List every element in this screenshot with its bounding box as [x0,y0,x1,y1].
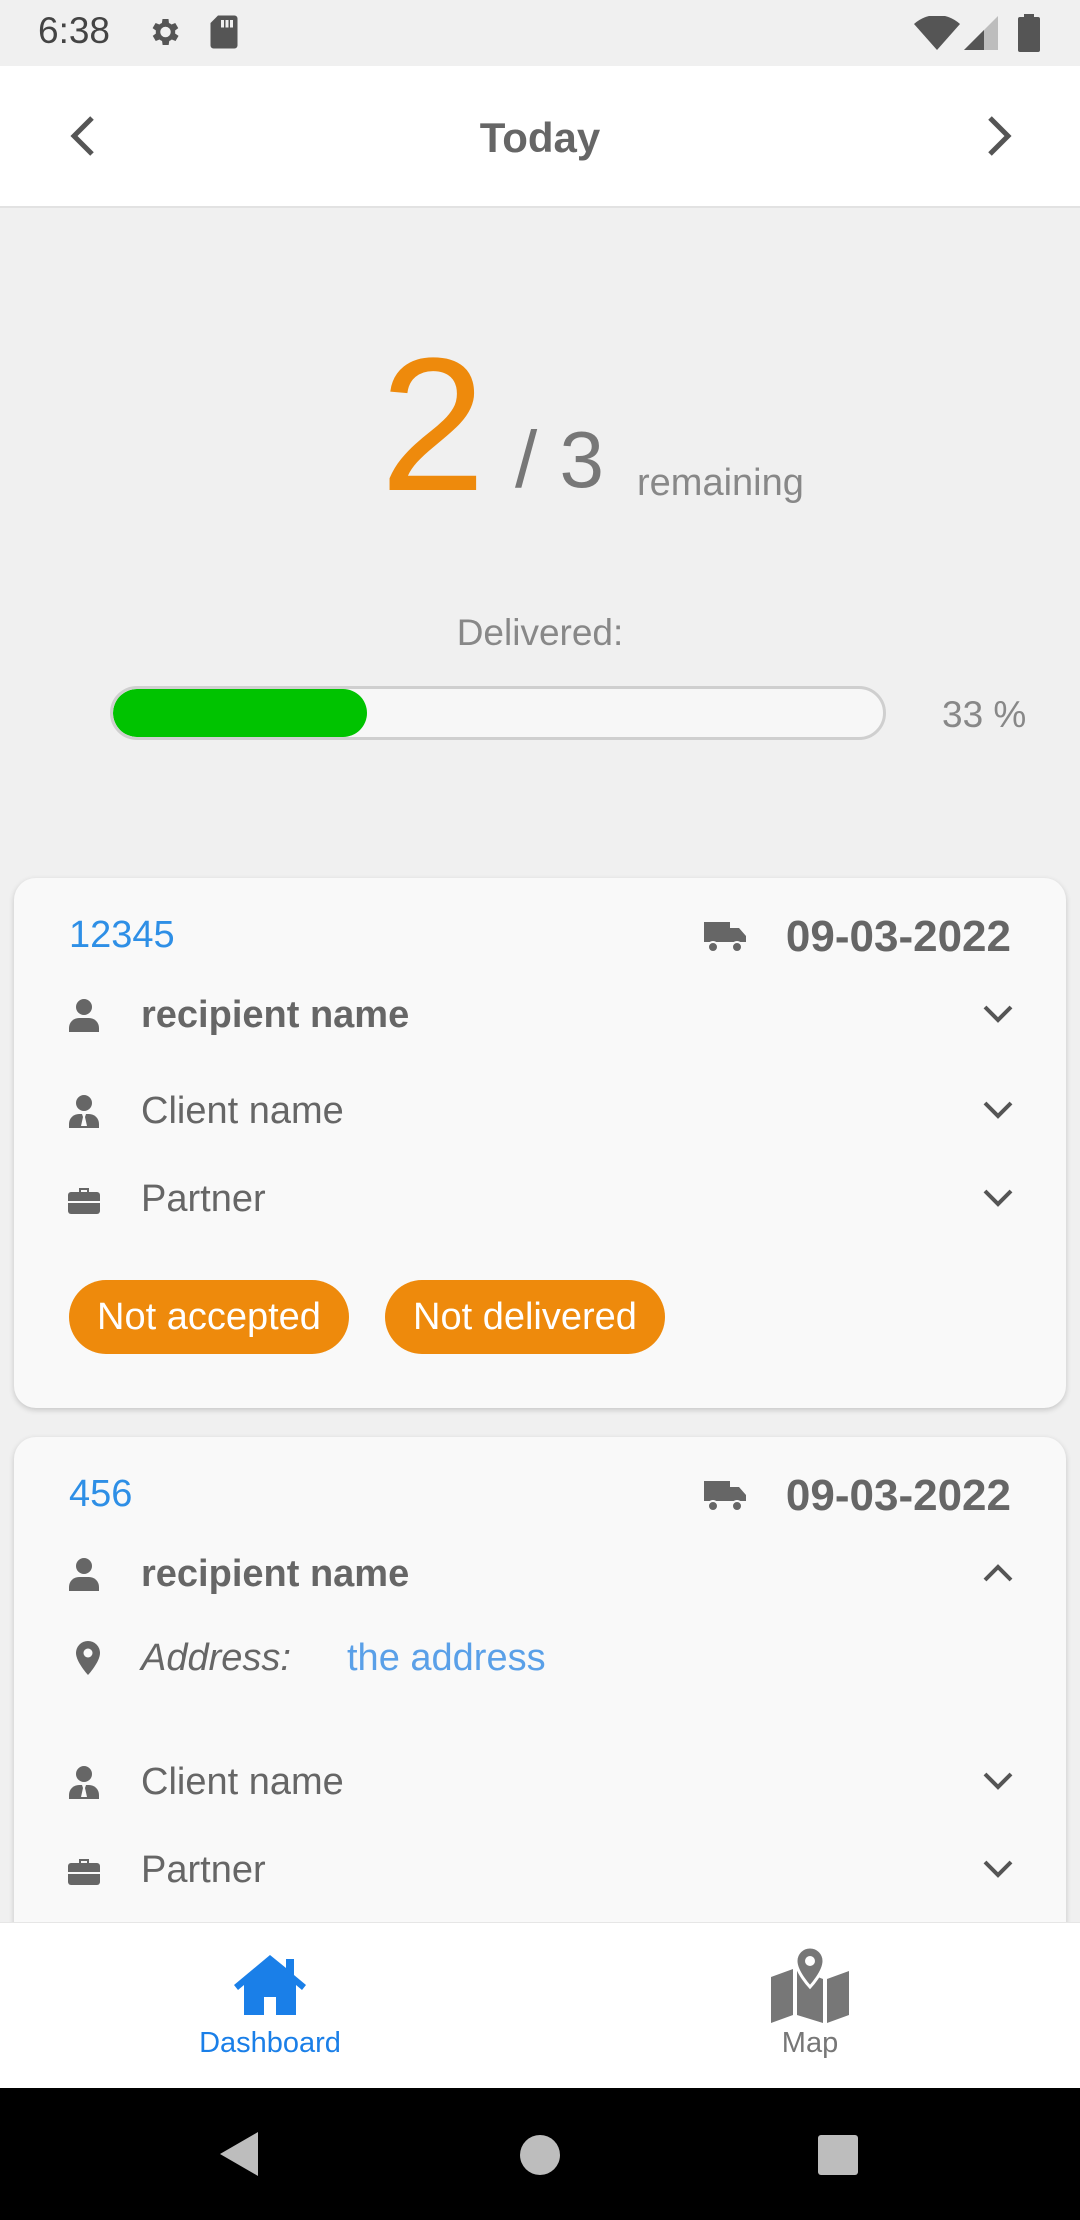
user-icon [69,999,99,1032]
delivery-progress-bar [110,686,886,740]
partner-name: Partner [141,1849,266,1891]
address-row: Address: the address [14,1629,1066,1689]
chevron-up-icon[interactable] [982,1561,1014,1585]
tab-map-label: Map [781,2027,839,2059]
bottom-navigation: Dashboard Map [0,1922,1080,2088]
briefcase-icon [68,1188,100,1214]
partner-row[interactable]: Partner [14,1841,1066,1901]
delivery-progress-percent: 33 % [942,694,1027,735]
client-name: Client name [141,1761,344,1803]
briefcase-icon [68,1859,100,1885]
sd-card-icon [210,15,238,49]
status-badge-not-delivered: Not delivered [385,1280,665,1354]
remaining-label: remaining [637,462,804,504]
tab-dashboard[interactable]: Dashboard [0,1923,540,2089]
page-title: Today [479,114,601,161]
back-triangle-icon[interactable] [218,2130,260,2178]
settings-gear-icon [152,18,179,46]
chevron-down-icon[interactable] [982,1857,1014,1881]
user-icon [69,1558,99,1591]
system-navigation-bar [0,2088,1080,2220]
client-name: Client name [141,1090,344,1132]
chevron-down-icon[interactable] [982,1186,1014,1210]
status-badge-not-accepted: Not accepted [69,1280,349,1354]
delivery-card[interactable]: 12345 09-03-2022 recipient name Client n… [14,878,1066,1408]
home-icon [234,1955,306,2015]
delivery-id[interactable]: 456 [69,1473,132,1516]
map-icon [771,1947,849,2023]
tab-map[interactable]: Map [540,1923,1080,2089]
recipient-row[interactable]: recipient name [14,986,1066,1046]
delivery-date: 09-03-2022 [785,912,1011,961]
delivery-id[interactable]: 12345 [69,914,175,957]
status-bar: 6:38 [0,0,1080,66]
remaining-count: 2 [380,319,486,531]
chevron-down-icon[interactable] [982,1002,1014,1026]
cell-signal-icon [964,16,998,50]
address-link[interactable]: the address [347,1637,546,1680]
client-row[interactable]: Client name [14,1753,1066,1813]
recents-square-icon[interactable] [817,2134,859,2176]
truck-icon [704,1481,746,1512]
wifi-icon [914,16,960,50]
status-time: 6:38 [38,10,111,51]
tab-dashboard-label: Dashboard [199,2027,341,2059]
total-count: / 3 [515,415,604,504]
map-marker-icon [76,1641,100,1675]
partner-name: Partner [141,1178,266,1220]
battery-icon [1018,14,1040,52]
truck-icon [704,922,746,953]
delivery-date: 09-03-2022 [785,1471,1011,1520]
delivery-progress-fill [113,689,368,737]
home-circle-icon[interactable] [519,2134,561,2176]
delivered-label: Delivered: [456,612,624,653]
user-tie-icon [69,1095,99,1128]
delivery-card[interactable]: 456 09-03-2022 recipient name Address: t… [14,1437,1066,1957]
chevron-down-icon[interactable] [982,1098,1014,1122]
address-label: Address: [141,1637,291,1679]
user-tie-icon [69,1766,99,1799]
app-bar: Today [0,66,1080,208]
client-row[interactable]: Client name [14,1082,1066,1142]
recipient-name: recipient name [141,994,410,1036]
chevron-down-icon[interactable] [982,1769,1014,1793]
next-day-chevron-right-icon[interactable] [976,112,1020,160]
recipient-name: recipient name [141,1553,410,1595]
partner-row[interactable]: Partner [14,1170,1066,1230]
recipient-row[interactable]: recipient name [14,1545,1066,1605]
